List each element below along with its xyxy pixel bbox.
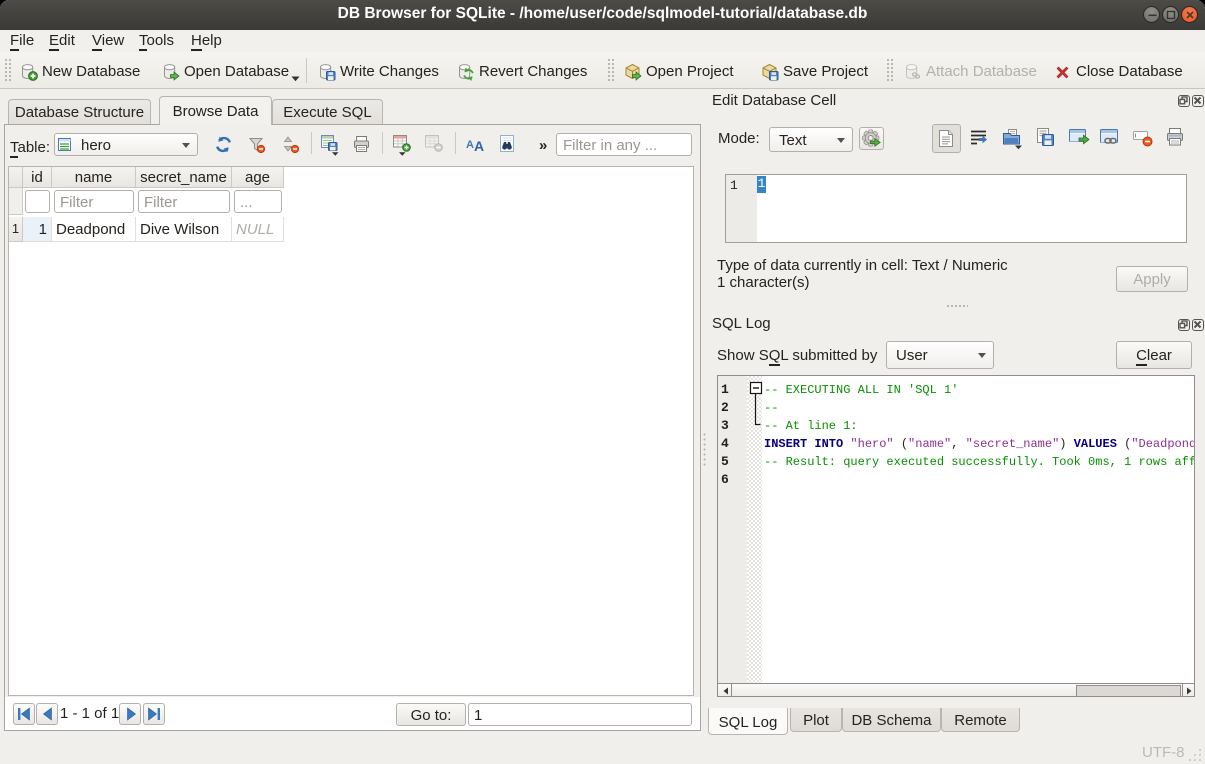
svg-text:A: A	[466, 139, 474, 151]
svg-text:A: A	[474, 138, 484, 154]
